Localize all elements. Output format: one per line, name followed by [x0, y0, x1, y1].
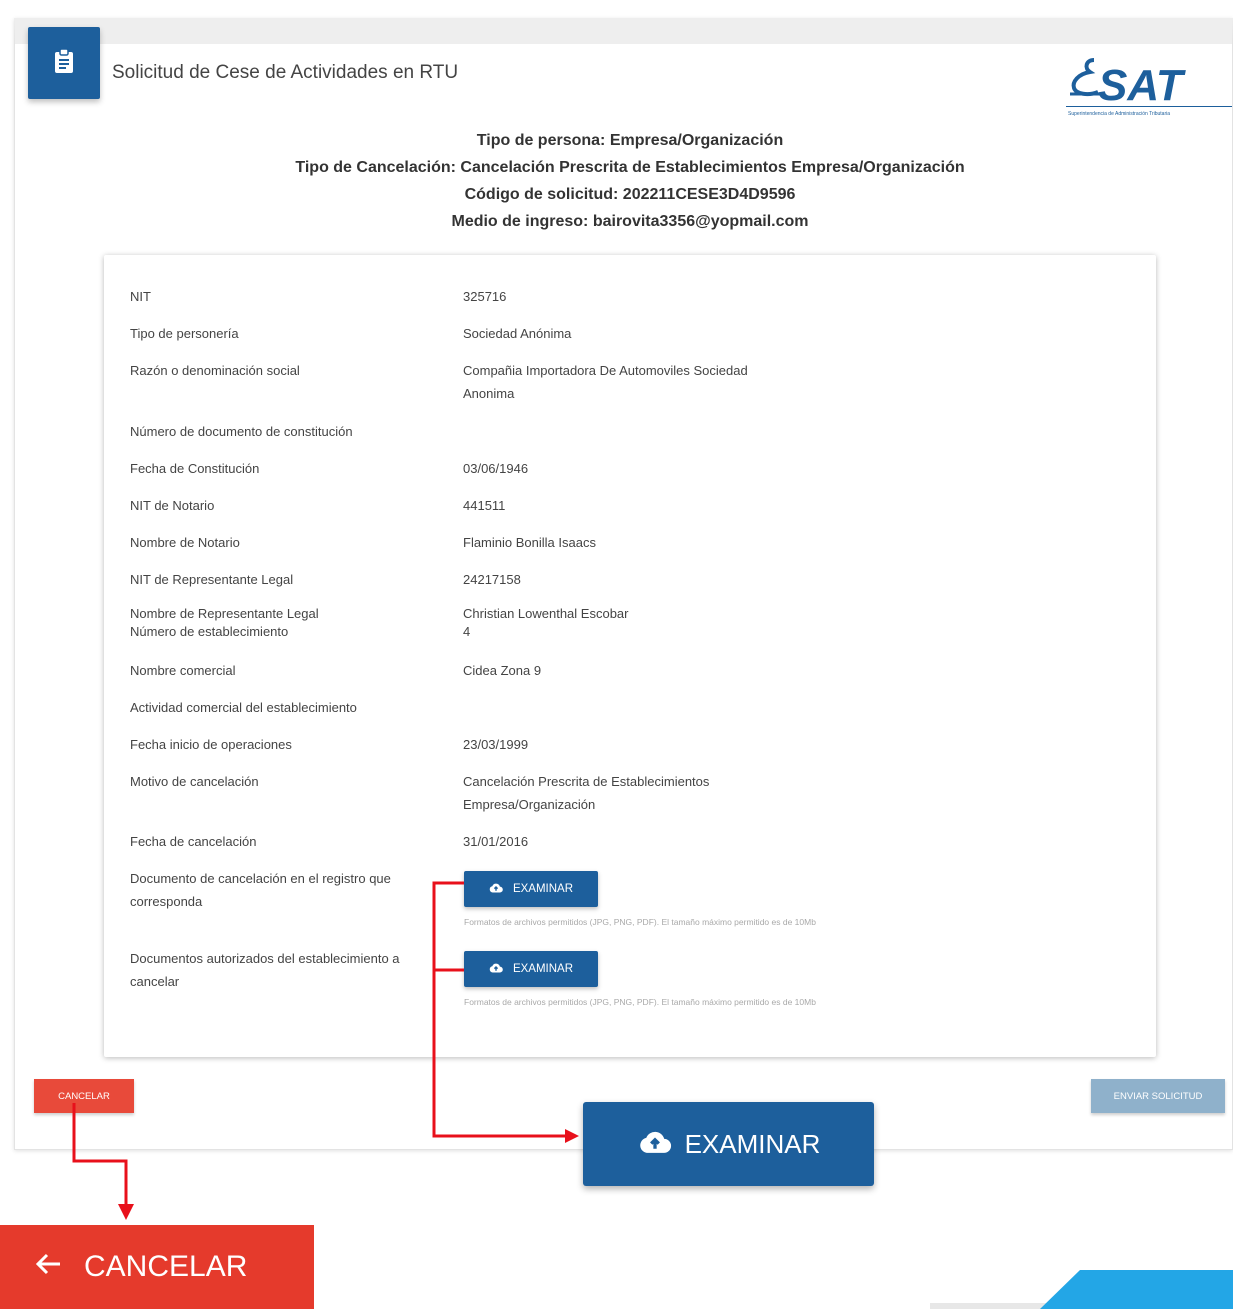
- examinar-zoomed-label: EXAMINAR: [684, 1128, 821, 1159]
- logo-text: SAT: [1098, 61, 1186, 110]
- field-label: Número de documento de constitución: [130, 424, 353, 439]
- examinar-button-1[interactable]: EXAMINAR: [464, 871, 598, 907]
- field-label: Razón o denominación social: [130, 363, 300, 378]
- upload-hint: Formatos de archivos permitidos (JPG, PN…: [464, 997, 816, 1007]
- field-value: Christian Lowenthal Escobar: [463, 606, 629, 621]
- field-value: 24217158: [463, 572, 521, 587]
- clipboard-icon: [53, 47, 75, 79]
- field-label: NIT: [130, 289, 151, 304]
- cancellation-type-line: Tipo de Cancelación: Cancelación Prescri…: [295, 159, 965, 176]
- upload-label: Documento de cancelación en el registro …: [130, 871, 391, 909]
- corner-decoration: [930, 1270, 1233, 1309]
- arrowhead-cancel: [118, 1204, 134, 1220]
- field-value: 4: [463, 624, 471, 639]
- field-value: 03/06/1946: [463, 461, 529, 476]
- request-info: Tipo de persona: Empresa/Organización Ti…: [0, 127, 1233, 235]
- entry-medium-line: Medio de ingreso: bairovita3356@yopmail.…: [451, 213, 809, 230]
- field-label: NIT de Notario: [130, 498, 215, 513]
- header-icon-box: [28, 27, 100, 99]
- field-value: 325716: [463, 289, 507, 304]
- person-type-line: Tipo de persona: Empresa/Organización: [476, 132, 784, 149]
- cancel-button-zoomed[interactable]: CANCELAR: [0, 1225, 314, 1309]
- field-label: Actividad comercial del establecimiento: [130, 700, 357, 715]
- cloud-upload-icon: [637, 1128, 673, 1161]
- page-title: Solicitud de Cese de Actividades en RTU: [112, 62, 459, 83]
- field-label: Fecha de cancelación: [130, 834, 257, 849]
- field-value: 31/01/2016: [463, 834, 529, 849]
- field-value: 23/03/1999: [463, 737, 529, 752]
- field-value: Compañia Importadora De Automoviles Soci…: [463, 363, 748, 401]
- cloud-upload-icon: [489, 882, 503, 896]
- request-code-line: Código de solicitud: 202211CESE3D4D9596: [464, 186, 796, 203]
- examinar-label: EXAMINAR: [512, 963, 574, 975]
- cancel-button[interactable]: CANCELAR: [34, 1079, 134, 1113]
- logo-subtext: Superintendencia de Administración Tribu…: [1068, 111, 1170, 117]
- upload-hint: Formatos de archivos permitidos (JPG, PN…: [464, 917, 816, 927]
- field-label: Motivo de cancelación: [130, 774, 259, 789]
- field-value: 441511: [463, 498, 506, 513]
- upload-label: Documentos autorizados del establecimien…: [130, 951, 400, 989]
- examinar-button-zoomed[interactable]: EXAMINAR: [583, 1102, 874, 1186]
- sat-logo: SAT Superintendencia de Administración T…: [1064, 58, 1233, 120]
- field-label: Nombre de Representante Legal: [130, 606, 319, 621]
- cloud-upload-icon: [489, 962, 503, 976]
- field-value: Cancelación Prescrita de Establecimiento…: [463, 774, 710, 812]
- detail-card: NIT 325716 Tipo de personería Sociedad A…: [104, 255, 1156, 1057]
- field-label: Fecha de Constitución: [130, 461, 260, 476]
- field-label: Nombre comercial: [130, 663, 236, 678]
- field-value: Sociedad Anónima: [463, 326, 572, 341]
- arrow-left-icon: [34, 1250, 62, 1284]
- field-label: Tipo de personería: [130, 326, 239, 341]
- send-request-button[interactable]: ENVIAR SOLICITUD: [1091, 1079, 1225, 1113]
- field-value: Cidea Zona 9: [463, 663, 542, 678]
- field-value: Flaminio Bonilla Isaacs: [463, 535, 596, 550]
- field-label: Fecha inicio de operaciones: [130, 737, 292, 752]
- cancel-zoomed-label: CANCELAR: [84, 1250, 248, 1283]
- examinar-button-2[interactable]: EXAMINAR: [464, 951, 598, 987]
- field-label: NIT de Representante Legal: [130, 572, 294, 587]
- examinar-label: EXAMINAR: [512, 883, 574, 895]
- field-label: Nombre de Notario: [130, 535, 240, 550]
- field-label: Número de establecimiento: [130, 624, 289, 639]
